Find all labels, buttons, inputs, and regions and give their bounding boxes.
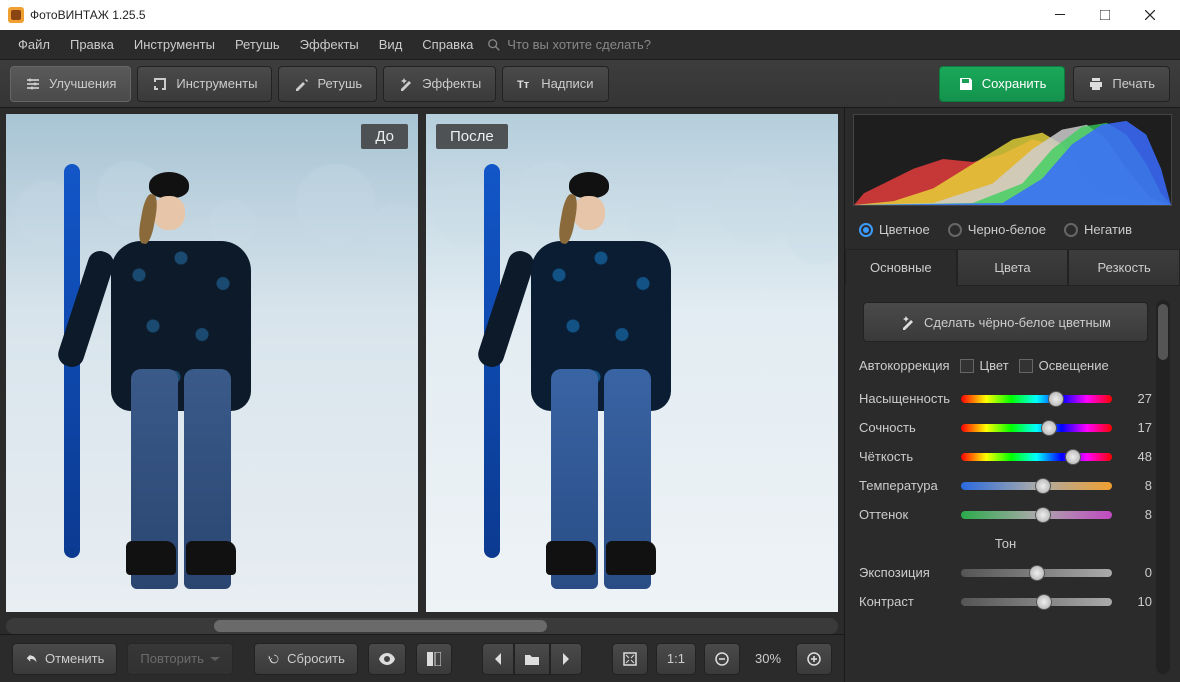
- window-title: ФотоВИНТАЖ 1.25.5: [30, 8, 1037, 22]
- right-sidebar: Цветное Черно-белое Негатив Основные Цве…: [844, 108, 1180, 682]
- tab-text[interactable]: Tᴛ Надписи: [502, 66, 608, 102]
- tool-tabs-row: Улучшения Инструменты Ретушь Эффекты Tᴛ …: [0, 60, 1180, 108]
- bottom-bar: Отменить Повторить Сбросить 1:1: [0, 634, 844, 682]
- radio-bw[interactable]: Черно-белое: [948, 222, 1046, 237]
- tab-effects[interactable]: Эффекты: [383, 66, 496, 102]
- reset-button[interactable]: Сбросить: [254, 643, 358, 675]
- photo-before[interactable]: До: [6, 114, 418, 612]
- undo-button[interactable]: Отменить: [12, 643, 117, 675]
- slider-clarity[interactable]: Чёткость 48: [859, 449, 1152, 464]
- menu-search[interactable]: Что вы хотите сделать?: [487, 37, 651, 52]
- menu-bar: Файл Правка Инструменты Ретушь Эффекты В…: [0, 30, 1180, 60]
- slider-exposure[interactable]: Экспозиция 0: [859, 565, 1152, 580]
- photo-after[interactable]: После: [426, 114, 838, 612]
- svg-text:Tᴛ: Tᴛ: [517, 79, 530, 91]
- fit-screen-button[interactable]: [612, 643, 648, 675]
- slider-temperature[interactable]: Температура 8: [859, 478, 1152, 493]
- bw-to-color-button[interactable]: Сделать чёрно-белое цветным: [863, 302, 1148, 342]
- minimize-button[interactable]: [1037, 0, 1082, 30]
- slider-tint[interactable]: Оттенок 8: [859, 507, 1152, 522]
- before-label: До: [361, 124, 408, 149]
- ptab-basic[interactable]: Основные: [845, 249, 957, 286]
- next-image-button[interactable]: [550, 643, 582, 675]
- auto-light-checkbox[interactable]: Освещение: [1019, 358, 1109, 373]
- zoom-in-button[interactable]: [796, 643, 832, 675]
- before-after-panel: До После: [0, 108, 844, 618]
- window-titlebar: ФотоВИНТАЖ 1.25.5: [0, 0, 1180, 30]
- tone-section-header: Тон: [859, 536, 1152, 551]
- slider-vibrance[interactable]: Сочность 17: [859, 420, 1152, 435]
- compare-toggle-button[interactable]: [416, 643, 452, 675]
- histogram[interactable]: [853, 114, 1172, 206]
- after-label: После: [436, 124, 508, 149]
- actual-size-button[interactable]: 1:1: [656, 643, 696, 675]
- radio-negative[interactable]: Негатив: [1064, 222, 1132, 237]
- adjust-panel-tabs: Основные Цвета Резкость: [845, 249, 1180, 286]
- prev-image-button[interactable]: [482, 643, 514, 675]
- horizontal-scrollbar[interactable]: [0, 618, 844, 634]
- browse-folder-button[interactable]: [514, 643, 550, 675]
- preview-toggle-button[interactable]: [368, 643, 406, 675]
- print-button[interactable]: Печать: [1073, 66, 1170, 102]
- menu-tools[interactable]: Инструменты: [124, 30, 225, 59]
- menu-help[interactable]: Справка: [412, 30, 483, 59]
- slider-saturation[interactable]: Насыщенность 27: [859, 391, 1152, 406]
- zoom-value: 30%: [748, 651, 788, 666]
- color-mode-radios: Цветное Черно-белое Негатив: [845, 210, 1180, 249]
- auto-correction-row: Автокоррекция Цвет Освещение: [859, 358, 1152, 373]
- ptab-sharp[interactable]: Резкость: [1068, 249, 1180, 286]
- menu-effects[interactable]: Эффекты: [290, 30, 369, 59]
- redo-button[interactable]: Повторить: [127, 643, 232, 675]
- auto-color-checkbox[interactable]: Цвет: [960, 358, 1009, 373]
- app-icon: [8, 7, 24, 23]
- radio-color[interactable]: Цветное: [859, 222, 930, 237]
- tab-tools[interactable]: Инструменты: [137, 66, 272, 102]
- tab-enhance[interactable]: Улучшения: [10, 66, 131, 102]
- save-button[interactable]: Сохранить: [939, 66, 1066, 102]
- ptab-colors[interactable]: Цвета: [957, 249, 1069, 286]
- menu-file[interactable]: Файл: [8, 30, 60, 59]
- menu-retouch[interactable]: Ретушь: [225, 30, 290, 59]
- menu-edit[interactable]: Правка: [60, 30, 124, 59]
- search-placeholder: Что вы хотите сделать?: [507, 37, 651, 52]
- tab-retouch[interactable]: Ретушь: [278, 66, 377, 102]
- zoom-out-button[interactable]: [704, 643, 740, 675]
- close-button[interactable]: [1127, 0, 1172, 30]
- slider-contrast[interactable]: Контраст 10: [859, 594, 1152, 609]
- panel-scrollbar[interactable]: [1156, 300, 1170, 674]
- auto-correction-label: Автокоррекция: [859, 358, 950, 373]
- maximize-button[interactable]: [1082, 0, 1127, 30]
- menu-view[interactable]: Вид: [369, 30, 413, 59]
